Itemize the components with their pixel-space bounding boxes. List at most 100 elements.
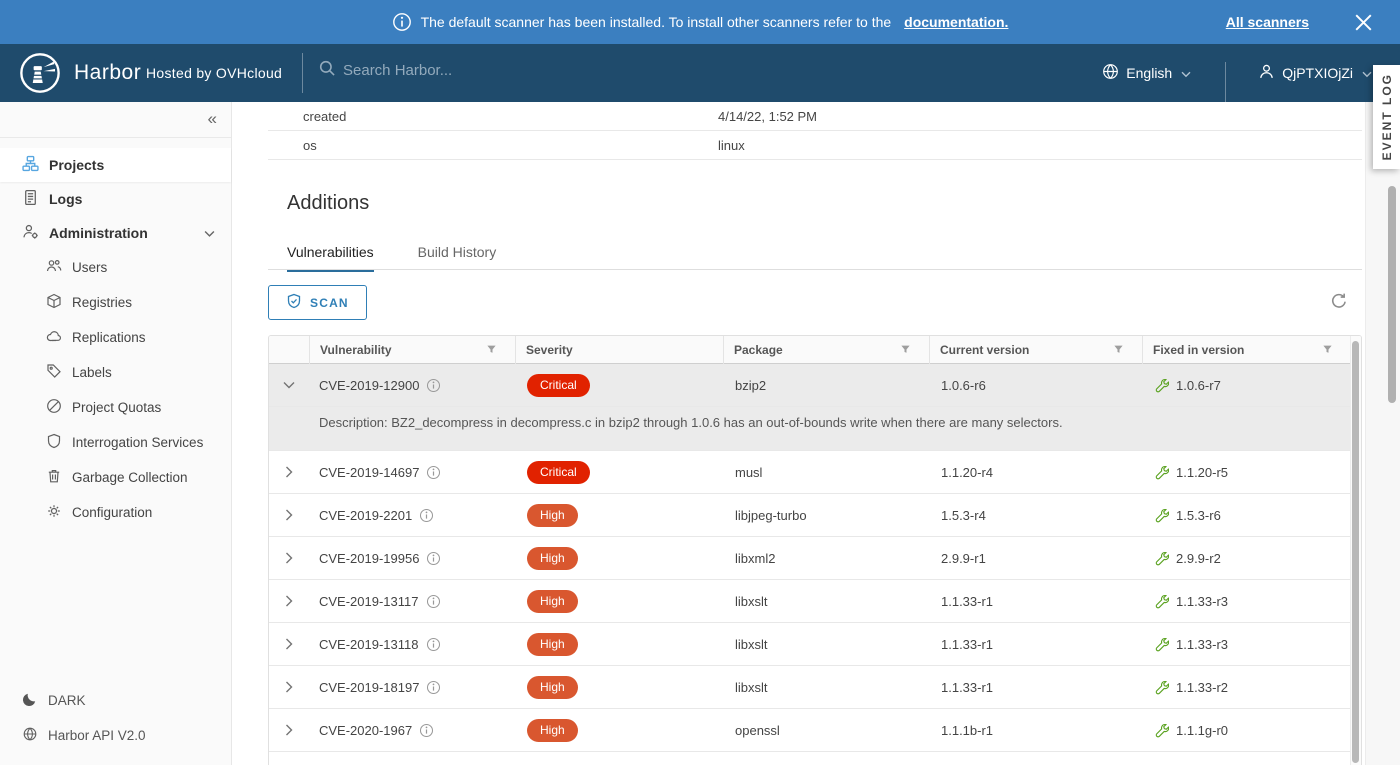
wrench-icon: [1154, 378, 1169, 393]
user-menu[interactable]: QjPTXIOjZi: [1258, 63, 1372, 83]
sidebar: « Projects Logs Administration: [0, 102, 232, 765]
column-caret: [269, 336, 309, 364]
brand-name[interactable]: Harbor: [74, 61, 141, 85]
sidebar-item-label: Projects: [49, 157, 104, 173]
chevron-down-icon: [204, 225, 215, 241]
documentation-link[interactable]: documentation.: [904, 14, 1008, 30]
overview-row: created 4/14/22, 1:52 PM: [268, 102, 1362, 131]
info-icon[interactable]: [426, 465, 441, 480]
registries-icon: [46, 293, 62, 312]
gear-icon: [46, 503, 62, 522]
severity-badge: Critical: [527, 374, 590, 397]
fixed-version: 1.1.33-r2: [1176, 680, 1228, 695]
fixed-version: 1.0.6-r7: [1176, 378, 1221, 393]
column-fixed-in-version: Fixed in version: [1142, 336, 1361, 364]
close-banner-icon[interactable]: [1355, 14, 1372, 31]
sidebar-item-configuration[interactable]: Configuration: [0, 495, 231, 530]
sidebar-item-interrogation-services[interactable]: Interrogation Services: [0, 425, 231, 460]
info-circle-icon: [392, 12, 412, 32]
banner-message: The default scanner has been installed. …: [421, 14, 892, 30]
scanner-info-banner: The default scanner has been installed. …: [0, 0, 1400, 44]
cve-id: CVE-2019-19956: [319, 551, 419, 566]
vulnerability-grid: Vulnerability Severity Package Current v…: [268, 335, 1362, 765]
filter-icon[interactable]: [486, 344, 497, 358]
global-search[interactable]: [318, 59, 563, 82]
page-scrollbar-thumb[interactable]: [1388, 186, 1396, 403]
partial-next-row: [269, 752, 1361, 756]
row-expand-caret-icon[interactable]: [283, 595, 295, 607]
harbor-api-label: Harbor API V2.0: [48, 728, 146, 743]
all-scanners-link[interactable]: All scanners: [1226, 14, 1309, 30]
scan-button[interactable]: SCAN: [268, 285, 367, 320]
sidebar-item-replications[interactable]: Replications: [0, 320, 231, 355]
tab-build-history[interactable]: Build History: [418, 244, 497, 272]
sidebar-item-label: Logs: [49, 191, 82, 207]
row-expand-caret-icon[interactable]: [283, 724, 295, 736]
users-icon: [46, 258, 62, 277]
collapse-sidebar-icon[interactable]: «: [208, 109, 217, 129]
info-icon[interactable]: [419, 723, 434, 738]
info-icon[interactable]: [426, 551, 441, 566]
overview-row: os linux: [268, 131, 1362, 160]
sidebar-item-project-quotas[interactable]: Project Quotas: [0, 390, 231, 425]
sidebar-item-garbage-collection[interactable]: Garbage Collection: [0, 460, 231, 495]
info-icon[interactable]: [426, 680, 441, 695]
refresh-icon[interactable]: [1330, 292, 1348, 310]
info-icon[interactable]: [426, 637, 441, 652]
dark-mode-toggle[interactable]: DARK: [0, 683, 231, 718]
filter-icon[interactable]: [1322, 344, 1333, 358]
current-version: 1.1.1b-r1: [929, 723, 1142, 738]
info-icon[interactable]: [426, 594, 441, 609]
search-input[interactable]: [343, 62, 563, 79]
sidebar-item-logs[interactable]: Logs: [0, 182, 231, 216]
sidebar-item-label: Replications: [72, 330, 146, 345]
sidebar-item-label: Garbage Collection: [72, 470, 188, 485]
info-icon[interactable]: [419, 508, 434, 523]
severity-badge: High: [527, 590, 578, 613]
row-expand-caret-icon[interactable]: [283, 681, 295, 693]
filter-icon[interactable]: [1113, 344, 1124, 358]
harbor-api-link[interactable]: Harbor API V2.0: [0, 718, 231, 753]
table-row: CVE-2019-13118 High libxslt 1.1.33-r1 1.…: [269, 623, 1361, 666]
row-expand-caret-icon[interactable]: [283, 379, 295, 391]
harbor-logo[interactable]: [20, 53, 60, 93]
sidebar-item-projects[interactable]: Projects: [0, 148, 231, 182]
filter-icon[interactable]: [900, 344, 911, 358]
row-expand-caret-icon[interactable]: [283, 638, 295, 650]
current-version: 1.1.33-r1: [929, 637, 1142, 652]
grid-scrollbar[interactable]: [1350, 336, 1361, 765]
package-name: libxslt: [723, 680, 929, 695]
package-name: libxml2: [723, 551, 929, 566]
info-icon[interactable]: [426, 378, 441, 393]
overview-label: created: [268, 109, 718, 124]
row-expand-caret-icon[interactable]: [283, 466, 295, 478]
api-globe-icon: [22, 726, 38, 745]
shield-check-icon: [286, 293, 302, 312]
wrench-icon: [1154, 723, 1169, 738]
main-content: created 4/14/22, 1:52 PM os linux Additi…: [232, 102, 1400, 765]
trash-icon: [46, 468, 62, 487]
language-menu[interactable]: English: [1102, 63, 1191, 83]
wrench-icon: [1154, 551, 1169, 566]
sidebar-item-label: Administration: [49, 225, 148, 241]
sidebar-item-registries[interactable]: Registries: [0, 285, 231, 320]
globe-icon: [1102, 63, 1119, 83]
grid-scrollbar-thumb[interactable]: [1352, 341, 1359, 763]
sidebar-item-administration[interactable]: Administration: [0, 216, 231, 250]
wrench-icon: [1154, 594, 1169, 609]
current-version: 1.1.33-r1: [929, 680, 1142, 695]
tab-vulnerabilities[interactable]: Vulnerabilities: [287, 244, 374, 272]
package-name: libjpeg-turbo: [723, 508, 929, 523]
current-version: 1.1.33-r1: [929, 594, 1142, 609]
row-expand-caret-icon[interactable]: [283, 552, 295, 564]
shield-icon: [46, 433, 62, 452]
fixed-version: 1.1.1g-r0: [1176, 723, 1228, 738]
sidebar-item-label: Labels: [72, 365, 112, 380]
quota-gauge-icon: [46, 398, 62, 417]
fixed-version: 1.1.33-r3: [1176, 637, 1228, 652]
sidebar-item-labels[interactable]: Labels: [0, 355, 231, 390]
row-expand-caret-icon[interactable]: [283, 509, 295, 521]
severity-badge: Critical: [527, 461, 590, 484]
event-log-tab[interactable]: EVENT LOG: [1373, 65, 1400, 169]
sidebar-item-users[interactable]: Users: [0, 250, 231, 285]
